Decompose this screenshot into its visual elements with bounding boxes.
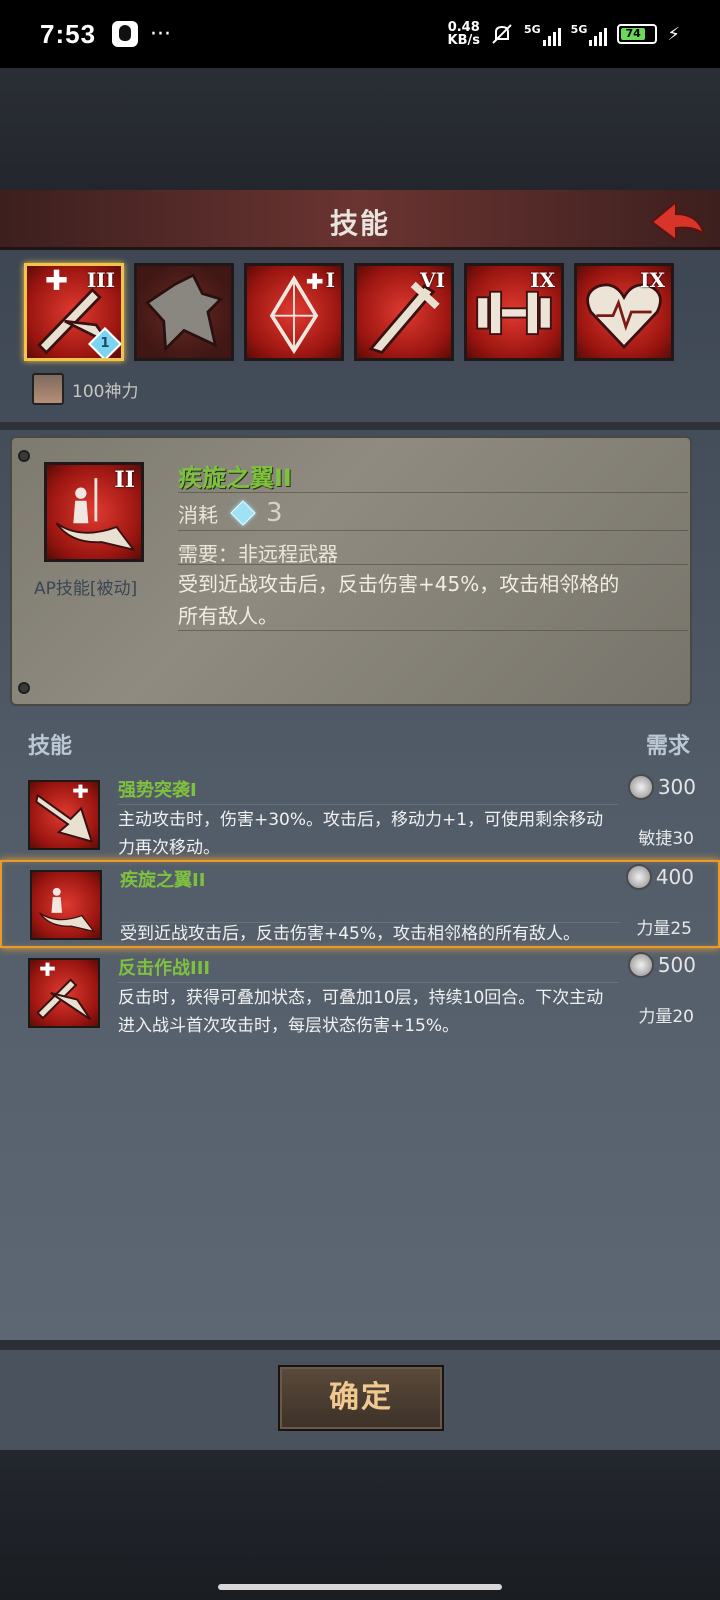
mute-icon (492, 24, 512, 44)
character-avatar (32, 373, 64, 405)
skill-row-selected[interactable]: 疾旋之翼II 受到近战攻击后，反击伤害+45%，攻击相邻格的所有敌人。 400 … (0, 860, 720, 948)
cost-label: 消耗 (178, 502, 218, 527)
detail-skill-icon: II (44, 462, 144, 562)
detail-skill-rank: II (114, 467, 135, 493)
skill-slot-3[interactable]: I (244, 263, 344, 361)
skill-slot-5-rank: IX (530, 268, 555, 292)
skill-cost: 消耗 3 (178, 498, 283, 528)
signal-label-2: 5G (570, 22, 588, 36)
battery-level: 74 (621, 28, 646, 40)
row-skill-description: 受到近战攻击后，反击伤害+45%，攻击相邻格的所有敌人。 (120, 924, 581, 944)
divider (0, 1340, 720, 1350)
cost-value: 3 (266, 498, 283, 528)
charge-attack-icon (28, 780, 100, 850)
charging-icon: ⚡ (667, 23, 680, 45)
back-arrow-icon[interactable] (648, 198, 708, 242)
battery-icon: 74 (617, 24, 658, 44)
status-time: 7:53 (40, 18, 97, 49)
rivet-icon (18, 450, 30, 462)
list-header-skill: 技能 (28, 734, 73, 759)
skill-description: 受到近战攻击后，反击伤害+45%，攻击相邻格的所有敌人。 (178, 572, 620, 628)
status-bar: 7:53 ··· 0.48 KB/s 5G 5G 74 ⚡ (0, 0, 720, 68)
skill-requirement: 需要：非远程武器 (178, 542, 338, 566)
divider (0, 422, 720, 430)
home-indicator[interactable] (218, 1584, 502, 1590)
confirm-button[interactable]: 确定 (278, 1365, 444, 1431)
row-skill-name: 强势突袭I (118, 780, 197, 801)
ap-gem-icon (230, 500, 256, 526)
wolf-icon (145, 273, 224, 352)
skill-slot-5[interactable]: IX (464, 263, 564, 361)
more-notifications-icon: ··· (150, 21, 172, 47)
net-speed: 0.48 KB/s (447, 20, 480, 48)
row-rule (118, 982, 618, 983)
card-rule (178, 492, 688, 493)
status-indicators: 0.48 KB/s 5G 5G 74 ⚡ (448, 21, 680, 47)
row-rule (118, 804, 618, 805)
detail-skill-name: 疾旋之翼II (178, 464, 292, 492)
signal-bars-2-icon (589, 26, 608, 46)
skill-slot-4[interactable]: VI (354, 263, 454, 361)
row-price: 400 (625, 864, 694, 890)
skill-slot-1-rank: III (86, 268, 115, 292)
card-rule (178, 630, 688, 631)
skill-slot-1[interactable]: III 1 (24, 263, 124, 361)
silver-coin-icon (627, 952, 654, 978)
backdrop (0, 68, 720, 190)
row-requirement: 力量20 (638, 1007, 694, 1027)
skill-slot-4-rank: VI (420, 268, 445, 292)
divine-power-value: 100神力 (72, 381, 139, 402)
skill-slot-2[interactable] (134, 263, 234, 361)
rivet-icon (18, 682, 30, 694)
list-header-requirement: 需求 (645, 734, 690, 759)
row-requirement: 敏捷30 (638, 829, 694, 849)
backdrop-bottom (0, 1450, 720, 1600)
signal-label-1: 5G (523, 22, 541, 36)
row-skill-description: 主动攻击时，伤害+30%。攻击后，移动力+1，可使用剩余移动力再次移动。 (118, 810, 604, 858)
row-skill-name: 反击作战III (118, 958, 211, 979)
row-price: 500 (627, 952, 696, 978)
row-skill-name: 疾旋之翼II (120, 870, 206, 891)
skill-slot-3-rank: I (325, 268, 335, 292)
row-price: 300 (627, 774, 696, 800)
silver-coin-icon (625, 864, 652, 890)
signal-bars-1-icon (542, 26, 561, 46)
skill-row[interactable]: 反击作战III 反击时，获得可叠加状态，可叠加10层，持续10回合。下次主动进入… (0, 950, 720, 1038)
skill-row[interactable]: 强势突袭I 主动攻击时，伤害+30%。攻击后，移动力+1，可使用剩余移动力再次移… (0, 772, 720, 860)
skill-detail-card: II AP技能[被动] 疾旋之翼II 消耗 3 需要：非远程武器 受到近战攻击后… (10, 436, 692, 706)
skill-icon-row: III 1 I VI IX IX (24, 263, 674, 361)
skill-slot-6-rank: IX (640, 268, 665, 292)
divine-power: 100神力 (32, 373, 138, 405)
row-requirement: 力量25 (636, 919, 692, 939)
skill-type-label: AP技能[被动] (34, 579, 138, 599)
skill-list-header: 技能 需求 (0, 718, 720, 764)
skill-slot-6[interactable]: IX (574, 263, 674, 361)
silver-coin-icon (627, 774, 654, 800)
page-title: 技能 (329, 207, 390, 240)
whirlwind-wing-icon (30, 870, 102, 940)
card-rule (178, 564, 688, 565)
row-skill-description: 反击时，获得可叠加状态，可叠加10层，持续10回合。下次主动进入战斗首次攻击时，… (118, 988, 604, 1036)
card-rule (178, 530, 688, 531)
counter-attack-icon (28, 958, 100, 1028)
qq-icon (112, 21, 139, 47)
